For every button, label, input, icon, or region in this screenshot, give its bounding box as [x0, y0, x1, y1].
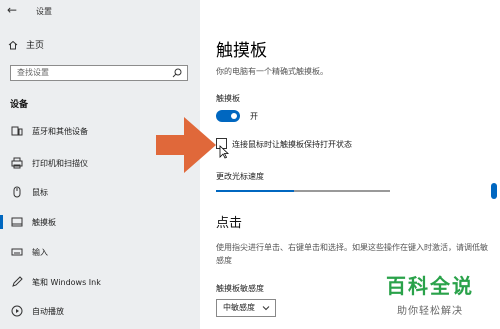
touchpad-icon: [10, 216, 24, 228]
toggle-knob: [231, 113, 237, 119]
mouse-icon: [10, 186, 24, 198]
title-bar: ← 设置: [0, 0, 200, 24]
back-button[interactable]: ←: [7, 3, 17, 17]
tap-section-description: 使用指尖进行单击、右键单击和选择。如果这些操作在键入时激活，请调低敏感度: [216, 243, 488, 265]
sidebar-item-autoplay[interactable]: 自动播放: [0, 298, 200, 324]
search-input[interactable]: 查找设置: [10, 65, 188, 81]
chevron-down-icon: [262, 306, 270, 311]
page-title: 触摸板: [216, 41, 267, 61]
sidebar-item-label: 输入: [32, 247, 48, 257]
window-title: 设置: [36, 7, 52, 16]
home-label: 主页: [26, 41, 45, 51]
watermark-sub-text: 助你轻松解决: [397, 306, 463, 317]
tap-section-title: 点击: [216, 216, 243, 231]
sensitivity-dropdown[interactable]: 中敏感度: [216, 299, 276, 317]
sidebar-item-label: 蓝牙和其他设备: [32, 126, 88, 136]
sidebar-item-pen[interactable]: 笔和 Windows Ink: [0, 269, 200, 295]
sensitivity-label: 触摸板敏感度: [216, 284, 264, 293]
keyboard-icon: [10, 246, 24, 258]
sidebar-section-title: 设备: [10, 100, 29, 110]
sidebar-item-typing[interactable]: 输入: [0, 239, 200, 265]
sidebar-item-label: 笔和 Windows Ink: [32, 277, 101, 287]
watermark-main-text: 百科全说: [386, 274, 474, 298]
search-icon[interactable]: [172, 68, 182, 78]
pen-icon: [10, 276, 24, 288]
checkbox-label: 连接鼠标时让触摸板保持打开状态: [232, 140, 352, 149]
autoplay-icon: [10, 305, 24, 317]
mouse-cursor-icon: [219, 145, 229, 159]
sidebar-item-label: 打印机和扫描仪: [32, 158, 88, 168]
home-icon: [8, 40, 18, 49]
cursor-speed-label: 更改光标速度: [216, 172, 264, 181]
slider-fill: [216, 190, 295, 192]
sidebar-item-label: 自动播放: [32, 306, 64, 316]
sensitivity-value: 中敏感度: [223, 303, 255, 312]
toggle-state-text: 开: [250, 112, 258, 121]
sidebar-item-label: 触摸板: [32, 217, 56, 227]
watermark: 百科全说 助你轻松解决: [370, 270, 490, 317]
main-panel: 触摸板 你的电脑有一个精确式触摸板。 触摸板 开 连接鼠标时让触摸板保持打开状态…: [200, 0, 500, 329]
printer-icon: [10, 157, 24, 169]
search-placeholder: 查找设置: [17, 68, 49, 77]
bluetooth-icon: [10, 125, 24, 137]
sidebar-item-mouse[interactable]: 鼠标: [0, 179, 200, 205]
touchpad-toggle-label: 触摸板: [216, 94, 240, 103]
sidebar-item-touchpad[interactable]: 触摸板: [0, 209, 200, 235]
arrow-annotation-icon: [156, 117, 216, 173]
page-subtitle: 你的电脑有一个精确式触摸板。: [216, 67, 328, 76]
cursor-speed-slider[interactable]: [216, 190, 390, 192]
slider-thumb[interactable]: [491, 183, 498, 199]
home-link[interactable]: 主页: [8, 38, 44, 51]
sidebar-item-label: 鼠标: [32, 187, 48, 197]
touchpad-toggle[interactable]: [216, 110, 240, 122]
